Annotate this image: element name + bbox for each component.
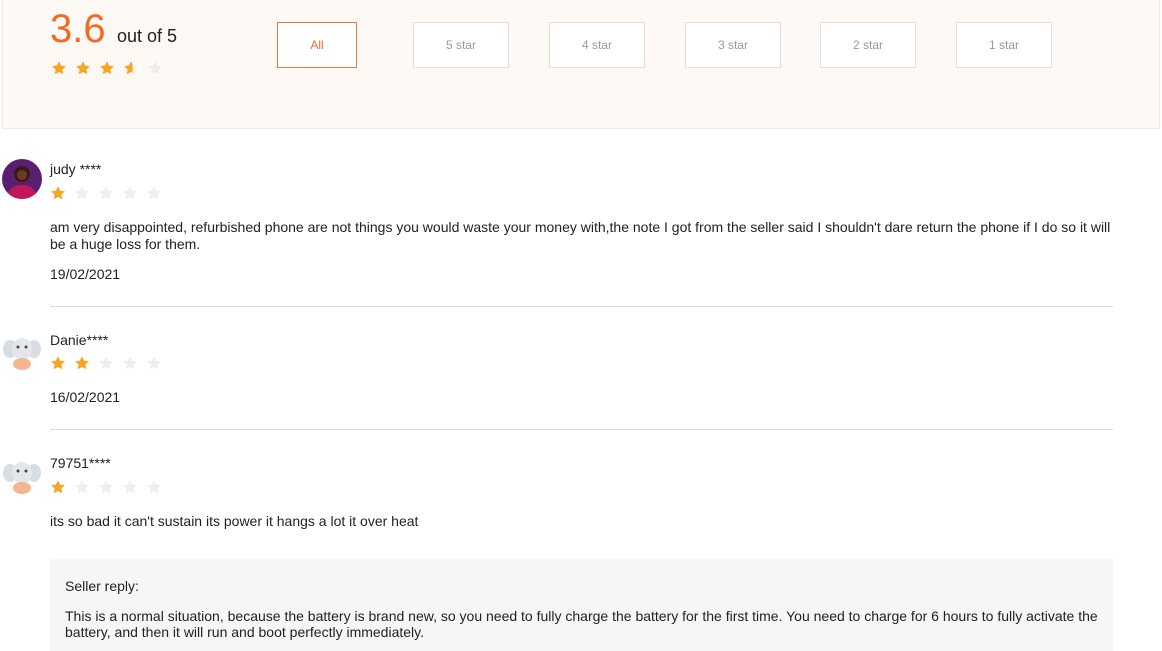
review-text: its so bad it can't sustain its power it… — [50, 513, 419, 529]
review-star-rating — [50, 479, 162, 495]
star-icon — [122, 185, 138, 201]
review-divider — [50, 429, 1113, 430]
star-icon — [51, 60, 67, 76]
filter-1-star-button[interactable]: 1 star — [956, 22, 1052, 68]
seller-reply-label: Seller reply: — [65, 578, 139, 594]
review-username: judy **** — [50, 161, 102, 177]
review-divider — [50, 306, 1113, 307]
summary-star-rating — [51, 60, 163, 76]
star-icon — [50, 479, 66, 495]
filter-2-star-button[interactable]: 2 star — [820, 22, 916, 68]
filter-all-button[interactable]: All — [277, 22, 357, 68]
star-icon — [122, 479, 138, 495]
star-icon — [146, 355, 162, 371]
review-star-rating — [50, 185, 162, 201]
star-icon — [74, 479, 90, 495]
star-icon — [98, 479, 114, 495]
star-icon — [74, 355, 90, 371]
review-date: 19/02/2021 — [50, 266, 121, 282]
review-star-rating — [50, 355, 162, 371]
star-icon — [98, 185, 114, 201]
star-icon — [122, 355, 138, 371]
star-icon — [98, 355, 114, 371]
seller-reply-box: Seller reply: This is a normal situation… — [50, 559, 1113, 651]
star-icon — [123, 60, 139, 76]
star-icon — [146, 479, 162, 495]
review-username: Danie**** — [50, 332, 109, 348]
elephant-avatar — [2, 455, 42, 495]
review-username: 79751**** — [50, 455, 111, 471]
filter-4-star-button[interactable]: 4 star — [549, 22, 645, 68]
filter-5-star-button[interactable]: 5 star — [413, 22, 509, 68]
star-icon — [146, 185, 162, 201]
review-date: 16/02/2021 — [50, 389, 121, 405]
score-suffix: out of 5 — [117, 26, 178, 46]
user-photo-avatar — [2, 159, 42, 199]
filter-3-star-button[interactable]: 3 star — [685, 22, 781, 68]
star-icon — [74, 185, 90, 201]
star-icon — [147, 60, 163, 76]
seller-reply-text: This is a normal situation, because the … — [65, 608, 1098, 640]
star-icon — [50, 185, 66, 201]
star-icon — [75, 60, 91, 76]
star-icon — [99, 60, 115, 76]
average-score: 3.6 — [50, 7, 106, 51]
star-icon — [50, 355, 66, 371]
rating-summary-panel: 3.6 out of 5 All 5 star 4 star 3 star 2 … — [2, 0, 1160, 129]
review-text: am very disappointed, refurbished phone … — [50, 219, 1111, 252]
elephant-avatar — [2, 331, 42, 371]
